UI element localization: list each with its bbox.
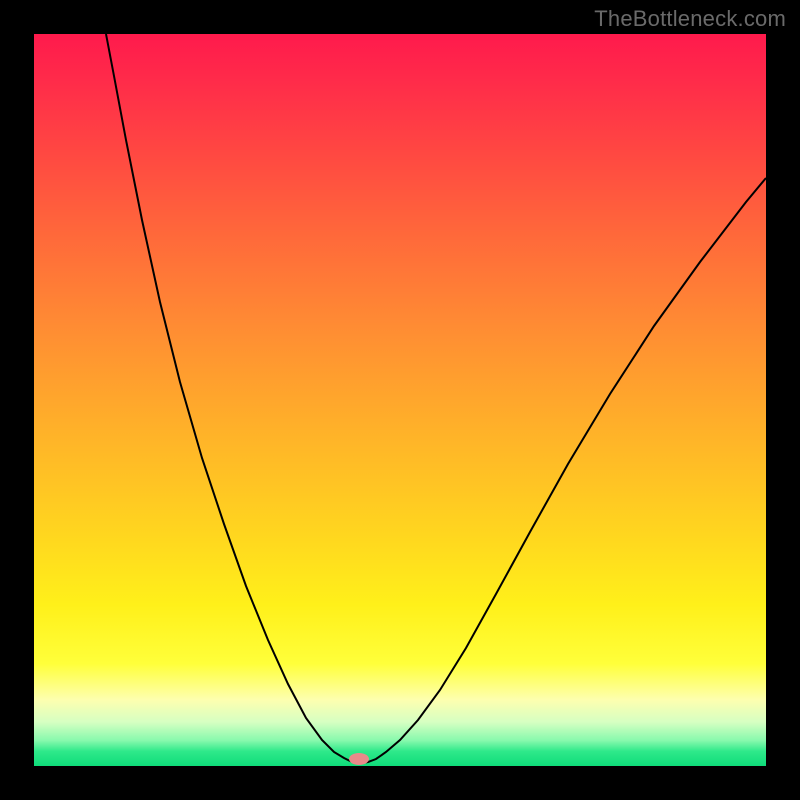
bottleneck-curve: [106, 34, 766, 763]
curve-layer: [34, 34, 766, 766]
chart-frame: TheBottleneck.com: [0, 0, 800, 800]
plot-area: [34, 34, 766, 766]
minimum-marker: [349, 753, 369, 765]
watermark-text: TheBottleneck.com: [594, 6, 786, 32]
